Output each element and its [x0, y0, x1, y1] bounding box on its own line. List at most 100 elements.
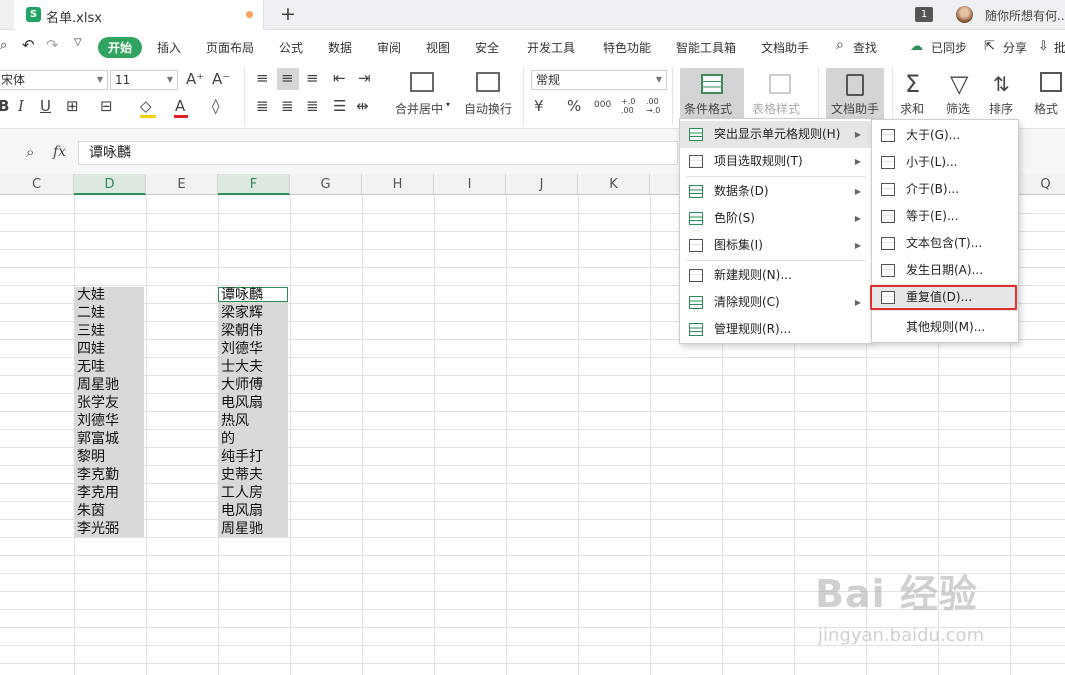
table-cell[interactable]: 无哇 — [74, 358, 144, 376]
undo-icon[interactable]: ↶ — [22, 36, 35, 54]
menu-item-manage-rules[interactable]: 管理规则(R)... — [680, 316, 871, 343]
tab-insert[interactable]: 插入 — [157, 39, 181, 56]
table-cell[interactable]: 梁朝伟 — [218, 322, 288, 340]
menu-item-between[interactable]: 介于(B)... — [872, 176, 1018, 203]
table-cell[interactable]: 李克勤 — [74, 466, 144, 484]
number-format-select[interactable]: 常规 ▼ — [531, 70, 667, 90]
distributed-icon[interactable]: ⇹ — [356, 97, 369, 115]
share-button[interactable]: 分享 — [1003, 39, 1027, 56]
menu-item-icon-sets[interactable]: 图标集(I) ▶ — [680, 232, 871, 259]
tab-doc-helper[interactable]: 文档助手 — [761, 39, 809, 56]
table-style-button[interactable]: 表格样式 — [748, 68, 812, 124]
font-color-icon[interactable]: A — [175, 97, 185, 115]
font-shrink-icon[interactable]: A⁻ — [212, 70, 230, 88]
indent-increase-icon[interactable]: ⇥ — [358, 69, 371, 87]
column-header-e[interactable]: E — [146, 174, 218, 195]
table-cell[interactable]: 电风扇 — [218, 502, 288, 520]
currency-icon[interactable]: ¥ — [534, 97, 544, 115]
table-cell[interactable]: 刘德华 — [74, 412, 144, 430]
zoom-icon[interactable]: ⌕ — [26, 143, 34, 161]
menu-item-top-rules[interactable]: 项目选取规则(T) ▶ — [680, 148, 871, 175]
tab-data[interactable]: 数据 — [328, 39, 352, 56]
tab-view[interactable]: 视图 — [426, 39, 450, 56]
border-icon[interactable]: ⊞ — [66, 97, 79, 115]
new-tab-button[interactable]: + — [280, 3, 296, 25]
doc-helper-button[interactable]: 文档助手 — [826, 68, 884, 124]
table-cell[interactable]: 四娃 — [74, 340, 144, 358]
align-right-icon[interactable]: ≣ — [306, 97, 319, 115]
column-header-k[interactable]: K — [578, 174, 650, 195]
font-name-select[interactable]: 宋体 ▼ — [0, 70, 108, 90]
table-cell[interactable]: 士大夫 — [218, 358, 288, 376]
increase-decimal-button[interactable]: +.0 .00 — [621, 97, 635, 115]
search-icon[interactable]: ⌕ — [836, 37, 844, 53]
underline-icon[interactable]: U — [40, 97, 51, 115]
window-count-badge[interactable]: 1 — [915, 7, 933, 22]
table-cell[interactable]: 周星驰 — [218, 520, 288, 538]
table-cell[interactable]: 朱茵 — [74, 502, 144, 520]
tab-review[interactable]: 审阅 — [377, 39, 401, 56]
tab-formula[interactable]: 公式 — [279, 39, 303, 56]
merge-center-button[interactable]: 合并居中 — [395, 100, 443, 117]
table-cell[interactable]: 大师傅 — [218, 376, 288, 394]
table-cell[interactable]: 周星驰 — [74, 376, 144, 394]
formula-input[interactable]: 谭咏麟 — [78, 141, 678, 165]
table-cell[interactable]: 热风 — [218, 412, 288, 430]
batch-button[interactable]: 批 — [1054, 39, 1065, 56]
table-cell[interactable]: 梁家辉 — [218, 304, 288, 322]
font-grow-icon[interactable]: A⁺ — [186, 70, 204, 88]
zoom-search-icon[interactable]: ⌕ — [0, 38, 7, 53]
user-name[interactable]: 随你所想有何... — [985, 7, 1065, 24]
italic-icon[interactable]: I — [18, 97, 24, 115]
table-cell[interactable]: 二娃 — [74, 304, 144, 322]
file-tab[interactable]: S 名单.xlsx — [14, 0, 264, 30]
table-cell[interactable]: 电风扇 — [218, 394, 288, 412]
menu-item-color-scale[interactable]: 色阶(S) ▶ — [680, 205, 871, 232]
table-cell[interactable]: 大娃 — [74, 286, 144, 304]
table-cell[interactable]: 谭咏麟 — [218, 286, 288, 304]
indent-decrease-icon[interactable]: ⇤ — [333, 69, 346, 87]
quick-access-more-icon[interactable]: ▽ — [74, 37, 82, 48]
column-header-h[interactable]: H — [362, 174, 434, 195]
menu-item-equal-to[interactable]: 等于(E)... — [872, 203, 1018, 230]
align-middle-icon[interactable]: ≡ — [281, 69, 294, 87]
redo-icon[interactable]: ↷ — [46, 36, 59, 54]
align-left-icon[interactable]: ≣ — [256, 97, 269, 115]
table-cell[interactable]: 郭富城 — [74, 430, 144, 448]
thousands-button[interactable]: 000 — [594, 100, 611, 110]
menu-item-greater-than[interactable]: 大于(G)... — [872, 122, 1018, 149]
tab-developer[interactable]: 开发工具 — [527, 39, 575, 56]
menu-item-data-bars[interactable]: 数据条(D) ▶ — [680, 178, 871, 205]
table-cell[interactable]: 工人房 — [218, 484, 288, 502]
table-cell[interactable]: 史蒂夫 — [218, 466, 288, 484]
percent-button[interactable]: % — [567, 97, 581, 115]
sync-status[interactable]: 已同步 — [931, 39, 967, 56]
filter-button[interactable]: 筛选 — [946, 100, 970, 117]
decrease-decimal-button[interactable]: .00 →.0 — [646, 97, 660, 115]
align-top-icon[interactable]: ≡ — [256, 69, 269, 87]
avatar[interactable] — [956, 6, 973, 23]
fx-label[interactable]: fx — [53, 144, 66, 160]
table-cell[interactable]: 张学友 — [74, 394, 144, 412]
table-cell[interactable]: 黎明 — [74, 448, 144, 466]
bold-icon[interactable]: B — [0, 97, 9, 115]
auto-wrap-icon[interactable] — [476, 72, 500, 92]
column-header-i[interactable]: I — [434, 174, 506, 195]
column-header-j[interactable]: J — [506, 174, 578, 195]
column-header-c[interactable]: C — [0, 174, 74, 195]
menu-item-new-rule[interactable]: 新建规则(N)... — [680, 262, 871, 289]
tab-home[interactable]: 开始 — [98, 37, 143, 58]
column-header-d[interactable]: D — [74, 174, 146, 195]
tab-page-layout[interactable]: 页面布局 — [206, 39, 254, 56]
tab-security[interactable]: 安全 — [475, 39, 499, 56]
sort-button[interactable]: 排序 — [989, 100, 1013, 117]
tab-special[interactable]: 特色功能 — [603, 39, 651, 56]
align-center-icon[interactable]: ≣ — [281, 97, 294, 115]
table-cell[interactable]: 李光弼 — [74, 520, 144, 538]
menu-item-clear-rules[interactable]: 清除规则(C) ▶ — [680, 289, 871, 316]
menu-item-text-contains[interactable]: 文本包含(T)... — [872, 230, 1018, 257]
eraser-icon[interactable]: ◊ — [212, 97, 219, 115]
conditional-format-button[interactable]: 条件格式 — [680, 68, 744, 124]
menu-item-less-than[interactable]: 小于(L)... — [872, 149, 1018, 176]
cell-style-icon[interactable]: ⊟ — [100, 97, 113, 115]
